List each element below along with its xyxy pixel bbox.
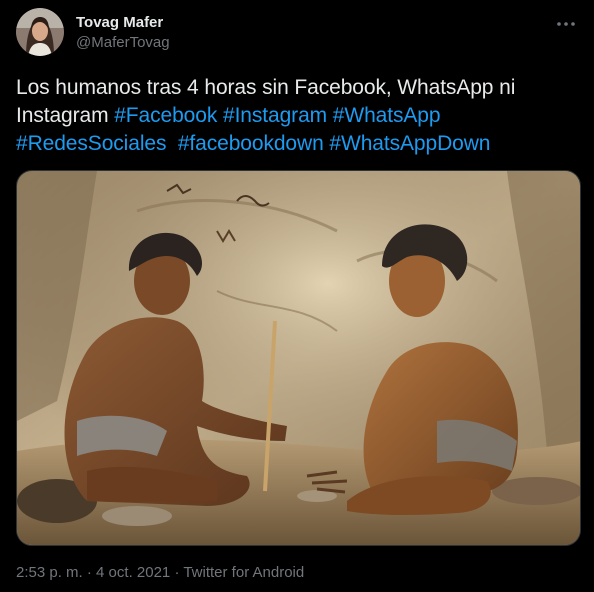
hashtag-link[interactable]: #facebookdown bbox=[178, 132, 324, 155]
tweet-time-link[interactable]: 2:53 p. m. bbox=[16, 564, 83, 581]
avatar-photo-icon bbox=[16, 8, 64, 56]
tweet-text: Los humanos tras 4 horas sin Facebook, W… bbox=[16, 74, 578, 158]
meta-separator: · bbox=[82, 564, 97, 581]
author-display-name[interactable]: Tovag Mafer bbox=[76, 13, 170, 33]
hashtag-link[interactable]: #Instagram bbox=[223, 104, 327, 127]
tweet-source-link[interactable]: Twitter for Android bbox=[183, 564, 304, 581]
cave-diorama-image bbox=[17, 171, 580, 545]
more-horizontal-icon bbox=[557, 22, 575, 26]
meta-separator: · bbox=[170, 564, 184, 581]
hashtag-link[interactable]: #Facebook bbox=[114, 104, 217, 127]
tweet-header: Tovag Mafer @MaferTovag bbox=[16, 8, 578, 58]
author-handle[interactable]: @MaferTovag bbox=[76, 33, 170, 53]
tweet-date-link[interactable]: 4 oct. 2021 bbox=[96, 564, 170, 581]
hashtag-link[interactable]: #RedesSociales bbox=[16, 132, 166, 155]
hashtag-link[interactable]: #WhatsAppDown bbox=[329, 132, 490, 155]
tweet-media-image[interactable] bbox=[16, 170, 581, 546]
hashtag-link[interactable]: #WhatsApp bbox=[333, 104, 441, 127]
more-options-button[interactable] bbox=[554, 14, 578, 34]
tweet-meta: 2:53 p. m. · 4 oct. 2021 · Twitter for A… bbox=[16, 563, 304, 583]
tweet-card: Tovag Mafer @MaferTovag Los humanos tras… bbox=[0, 0, 594, 592]
author-names: Tovag Mafer @MaferTovag bbox=[76, 13, 170, 53]
avatar[interactable] bbox=[16, 8, 64, 56]
